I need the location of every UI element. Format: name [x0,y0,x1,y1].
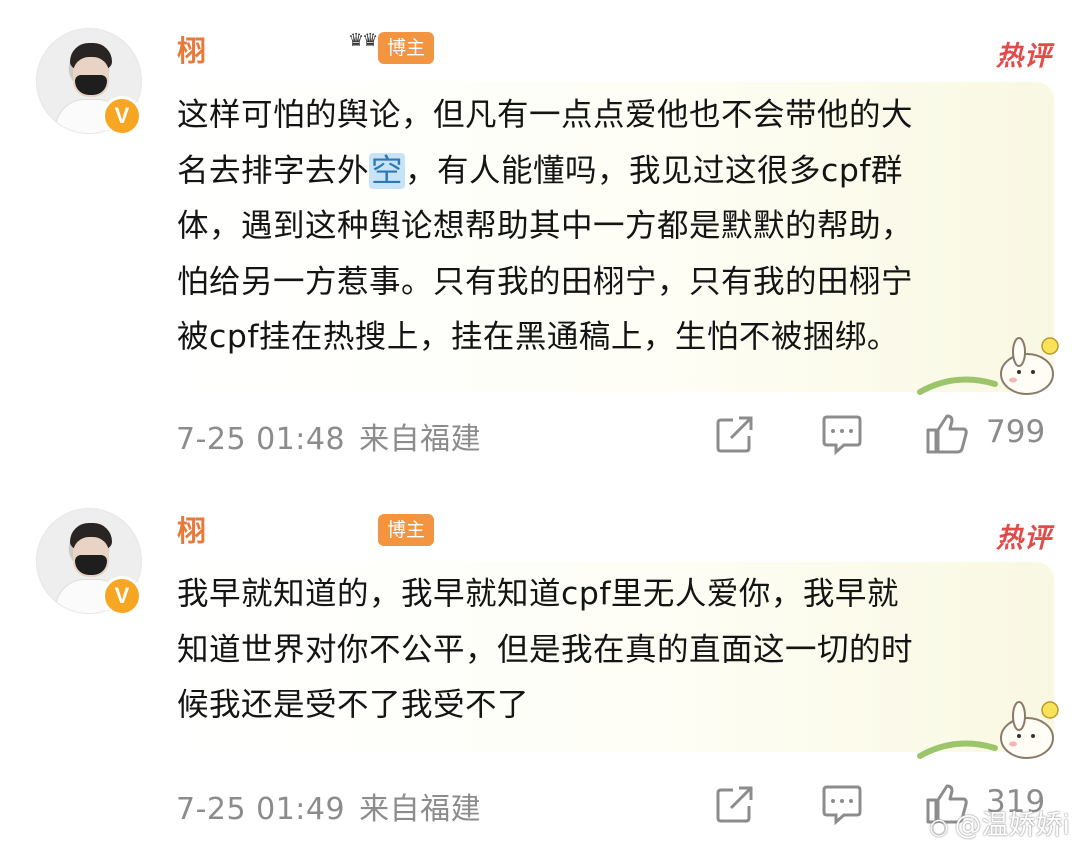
comment-text: 这样可怕的舆论，但凡有一点点爱他也不会带他的大 名去排字去外空，有人能懂吗，我见… [177,88,1037,366]
text-line: 体，遇到这种舆论想帮助其中一方都是默默的帮助， [177,208,914,244]
text-line: 这样可怕的舆论，但凡有一点点爱他也不会带他的大 [177,97,914,133]
text-fragment: 名去排字去外 [177,152,370,189]
emoji-kong: 空 [369,152,406,189]
comment-meta: 7-25 01:48 来自福建 [176,414,481,458]
hot-comment-label: 热评 [996,41,1052,72]
comment-meta: 7-25 01:49 来自福建 [176,784,481,828]
text-line: 被cpf挂在热搜上，挂在黑通稿上，生怕不被捆绑。 [177,319,899,355]
author-badge: 博主 [378,514,434,546]
bunny-sticker-icon [917,701,1059,759]
text-line: 候我还是受不了我受不了 [177,687,530,723]
comment-text: 我早就知道的，我早就知道cpf里无人爱你，我早就 知道世界对你不公平，但是我在真… [177,567,1037,734]
comment-time: 7-25 01:49 [176,792,346,827]
hot-comment-label: 热评 [996,523,1052,554]
text-line: 名去排字去外空，有人能懂吗，我见过这很多cpf群 [177,144,1037,200]
text-fragment: ，有人能懂吗，我见过这很多cpf群 [405,152,903,189]
like-icon[interactable] [925,412,969,456]
username[interactable]: 栩 [177,28,206,70]
watermark-text: @温娇娇i [954,810,1070,841]
comment-icon[interactable] [820,412,864,456]
author-badge: 博主 [378,32,434,64]
comment-item: V 栩 ♛♛ 博主 热评 这样可怕的舆论，但凡有一点点爱他也不会带他的大 名去排… [0,0,1080,470]
comment-location: 来自福建 [359,422,482,457]
text-line: 怕给另一方惹事。只有我的田栩宁，只有我的田栩宁 [177,263,914,300]
share-icon[interactable] [713,782,757,826]
share-icon[interactable] [713,412,757,456]
weibo-icon: ◉ [929,815,949,840]
text-line: 知道世界对你不公平，但是我在真的直面这一切的时 [177,631,914,668]
username-redaction [210,506,380,540]
bunny-sticker-icon [917,337,1059,395]
username[interactable]: 栩 [177,508,206,550]
comment-location: 来自福建 [359,792,482,827]
crown-icon: ♛♛ [348,30,378,51]
verified-icon: V [102,576,142,616]
watermark: ◉ @温娇娇i [929,803,1070,842]
comment-time: 7-25 01:48 [176,422,346,457]
verified-icon: V [102,96,142,136]
comment-icon[interactable] [820,782,864,826]
like-count: 799 [986,414,1046,450]
text-line: 我早就知道的，我早就知道cpf里无人爱你，我早就 [177,576,899,612]
